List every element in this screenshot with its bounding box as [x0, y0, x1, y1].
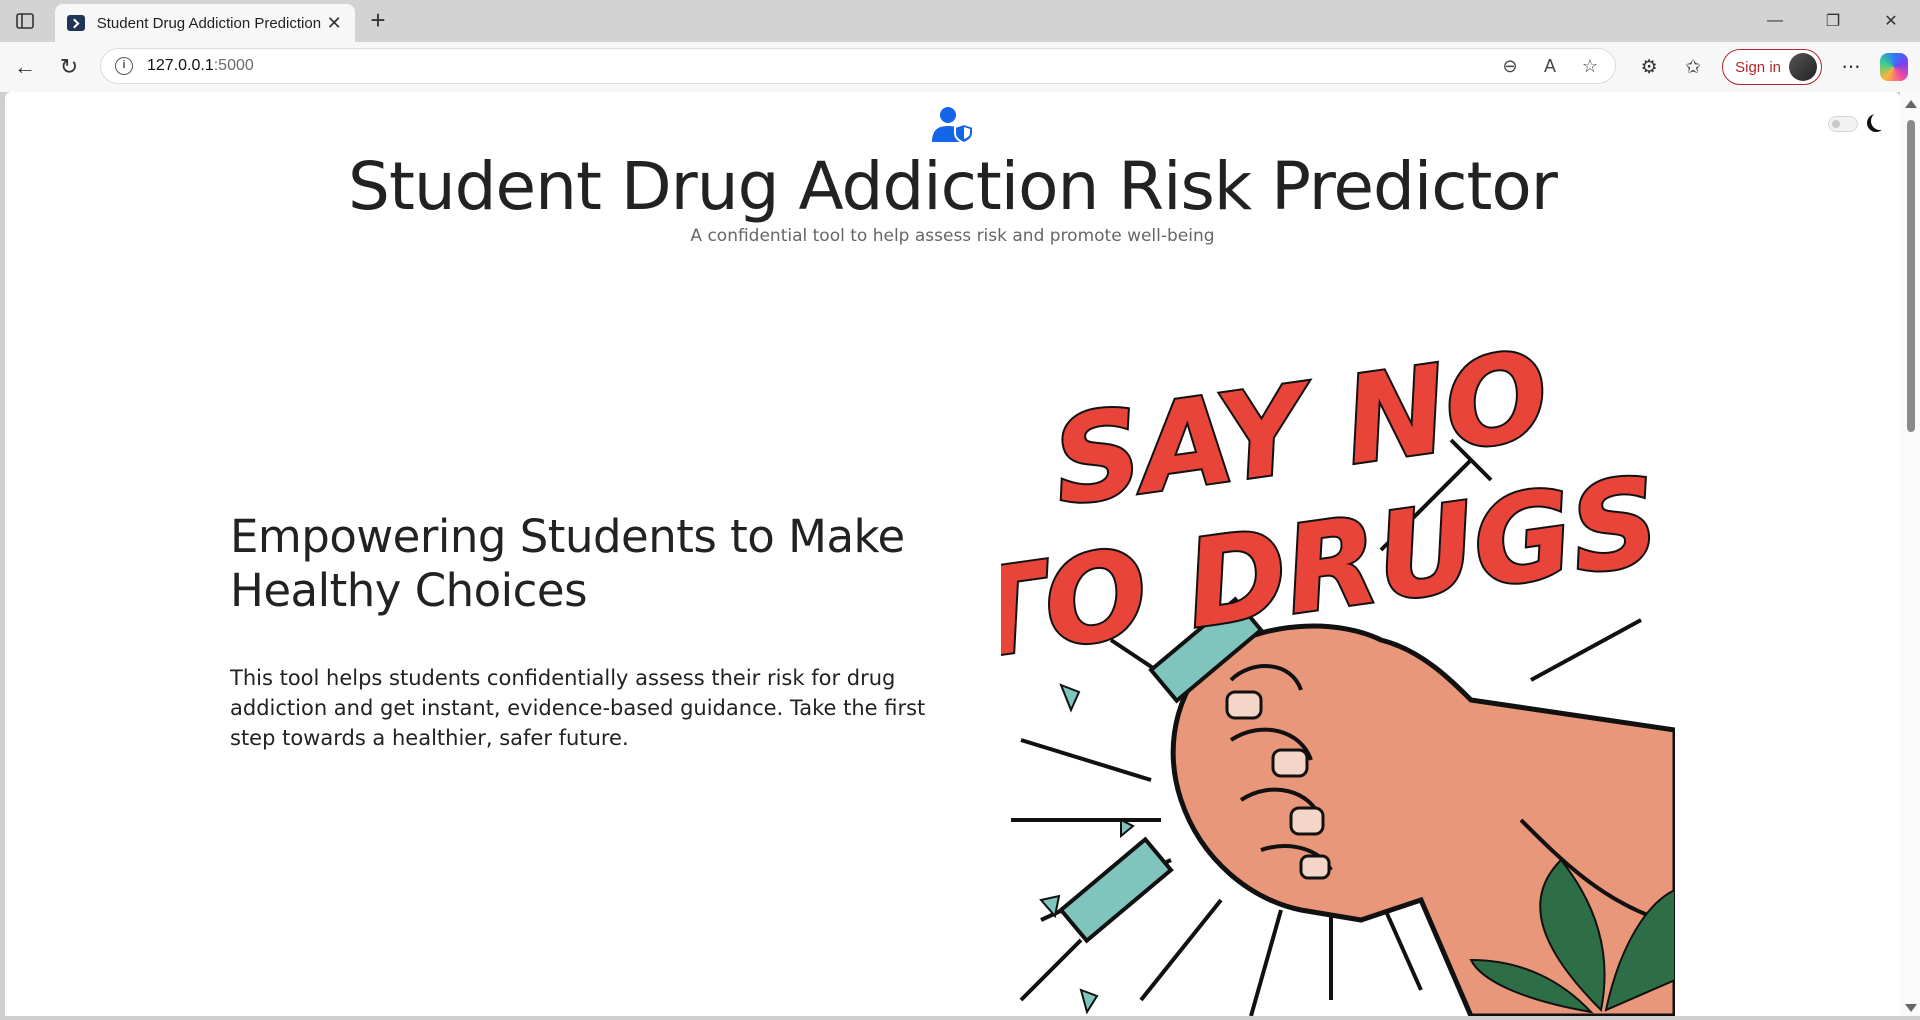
window-controls: — ❐ ✕	[1746, 0, 1920, 42]
read-aloud-icon[interactable]: A	[1539, 56, 1561, 77]
more-icon[interactable]: ⋯	[1836, 56, 1866, 79]
theme-toggle[interactable]	[1828, 116, 1858, 132]
page-scrollbar[interactable]	[1900, 92, 1920, 1016]
scroll-down-icon[interactable]	[1905, 1004, 1917, 1012]
tab-bar: Student Drug Addiction Prediction ✕ + — …	[0, 0, 1920, 42]
extensions-icon[interactable]: ⚙	[1634, 56, 1664, 79]
tab-title: Student Drug Addiction Prediction	[96, 14, 322, 32]
page-title: Student Drug Addiction Risk Predictor	[348, 148, 1558, 225]
favorite-icon[interactable]: ☆	[1579, 56, 1601, 77]
reload-icon[interactable]: ↻	[54, 52, 84, 82]
info-icon[interactable]: i	[115, 57, 133, 75]
terminal-icon	[67, 15, 85, 31]
scroll-thumb[interactable]	[1907, 120, 1915, 432]
zoom-out-icon[interactable]: ⊖	[1499, 56, 1521, 77]
user-shield-icon	[932, 107, 974, 144]
tab-active[interactable]: Student Drug Addiction Prediction ✕	[55, 4, 355, 42]
new-tab-button[interactable]: +	[362, 6, 394, 36]
close-window-button[interactable]: ✕	[1862, 0, 1920, 42]
page-viewport: Student Drug Addiction Risk Predictor A …	[5, 92, 1900, 1016]
say-no-to-drugs-poster: SAY NO TO DRUGS	[1001, 324, 1675, 1016]
url-text[interactable]: 127.0.0.1:5000	[147, 57, 254, 75]
page-subtitle: A confidential tool to help assess risk …	[690, 226, 1215, 246]
back-icon[interactable]: ←	[10, 52, 40, 82]
minimize-button[interactable]: —	[1746, 0, 1804, 42]
address-bar[interactable]: i 127.0.0.1:5000 ⊖ A ☆	[100, 48, 1616, 84]
moon-icon[interactable]	[1871, 112, 1889, 130]
favorites-icon[interactable]: ✩	[1678, 56, 1708, 79]
sidebar-icon[interactable]	[10, 9, 40, 33]
copilot-icon[interactable]	[1880, 53, 1908, 81]
close-tab-icon[interactable]: ✕	[325, 13, 343, 34]
restore-button[interactable]: ❐	[1804, 0, 1862, 42]
avatar	[1789, 53, 1817, 81]
browser-toolbar: ← ↻ i 127.0.0.1:5000 ⊖ A ☆ ⚙ ✩ Sign in ⋯	[0, 42, 1920, 92]
hero-heading: Empowering Students to Make Healthy Choi…	[230, 510, 905, 617]
hero-description: This tool helps students confidentially …	[230, 666, 926, 750]
glass-shards	[1039, 683, 1135, 1015]
scroll-up-icon[interactable]	[1905, 100, 1917, 108]
sign-in-button[interactable]: Sign in	[1722, 49, 1822, 85]
